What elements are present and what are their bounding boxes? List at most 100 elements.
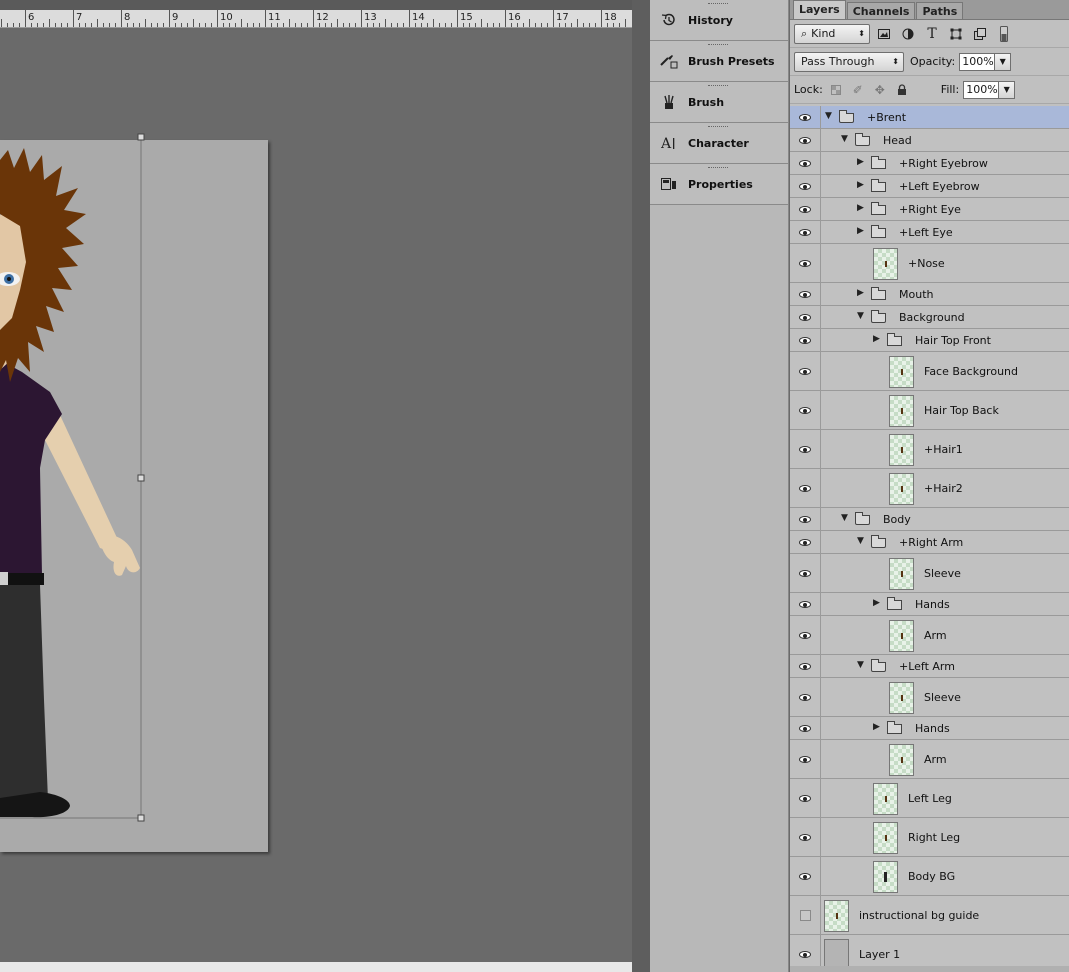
drag-grip[interactable] <box>708 85 728 88</box>
visibility-toggle[interactable] <box>790 655 821 677</box>
visibility-toggle[interactable] <box>790 391 821 429</box>
layer-row-right-leg[interactable]: Right Leg <box>790 818 1069 857</box>
visibility-toggle[interactable] <box>790 818 821 856</box>
visibility-toggle[interactable] <box>790 152 821 174</box>
visibility-toggle[interactable] <box>790 469 821 507</box>
visibility-toggle[interactable] <box>790 244 821 282</box>
visibility-toggle[interactable] <box>790 508 821 530</box>
layer-row-brent[interactable]: ▼ +Brent <box>790 106 1069 129</box>
visibility-toggle[interactable] <box>790 430 821 468</box>
filter-kind-select[interactable]: ⌕ Kind ⬍ <box>794 23 870 44</box>
disclosure-open-icon[interactable]: ▼ <box>857 660 864 670</box>
lock-position-icon[interactable]: ✥ <box>871 81 889 99</box>
disclosure-closed-icon[interactable]: ▶ <box>857 203 864 213</box>
panel-divider[interactable] <box>632 0 650 972</box>
visibility-toggle[interactable] <box>790 221 821 243</box>
disclosure-open-icon[interactable]: ▼ <box>857 536 864 546</box>
lock-transparent-pixels-icon[interactable] <box>827 81 845 99</box>
visibility-toggle[interactable] <box>790 283 821 305</box>
layer-row-face-background[interactable]: Face Background <box>790 352 1069 391</box>
layer-row-right-eyebrow[interactable]: ▶ +Right Eyebrow <box>790 152 1069 175</box>
layer-row-nose[interactable]: +Nose <box>790 244 1069 283</box>
layer-row-hair1[interactable]: +Hair1 <box>790 430 1069 469</box>
visibility-toggle[interactable] <box>790 106 821 128</box>
layer-row-hands[interactable]: ▶ Hands <box>790 717 1069 740</box>
layer-row-instructional-bg-guide[interactable]: instructional bg guide <box>790 896 1069 935</box>
document-canvas-area[interactable]: 6 7 8 9 10 11 12 13 14 15 16 17 18 <box>0 0 632 972</box>
opacity-input[interactable]: 100% <box>959 52 996 71</box>
layer-row-background[interactable]: ▼ Background <box>790 306 1069 329</box>
shape-layer-filter-icon[interactable] <box>946 25 966 43</box>
tab-layers[interactable]: Layers <box>793 0 846 19</box>
tab-paths[interactable]: Paths <box>916 2 964 19</box>
lock-all-icon[interactable] <box>893 81 911 99</box>
pixel-layer-filter-icon[interactable] <box>874 25 894 43</box>
visibility-toggle[interactable] <box>790 857 821 895</box>
layer-row-mouth[interactable]: ▶ Mouth <box>790 283 1069 306</box>
adjustment-layer-filter-icon[interactable] <box>898 25 918 43</box>
disclosure-closed-icon[interactable]: ▶ <box>857 157 864 167</box>
layer-row-sleeve[interactable]: Sleeve <box>790 554 1069 593</box>
visibility-toggle[interactable] <box>790 740 821 778</box>
drag-grip[interactable] <box>708 167 728 170</box>
disclosure-open-icon[interactable]: ▼ <box>857 311 864 321</box>
lock-image-pixels-icon[interactable]: ✐ <box>849 81 867 99</box>
visibility-toggle[interactable] <box>790 352 821 390</box>
visibility-toggle[interactable] <box>790 531 821 553</box>
disclosure-closed-icon[interactable]: ▶ <box>857 180 864 190</box>
dock-item-brush-presets[interactable]: Brush Presets <box>650 41 788 82</box>
visibility-toggle[interactable] <box>790 616 821 654</box>
disclosure-closed-icon[interactable]: ▶ <box>857 226 864 236</box>
disclosure-closed-icon[interactable]: ▶ <box>857 288 864 298</box>
dock-item-history[interactable]: History <box>650 0 788 41</box>
layer-row-right-arm[interactable]: ▼ +Right Arm <box>790 531 1069 554</box>
visibility-toggle[interactable] <box>790 198 821 220</box>
layer-row-hair2[interactable]: +Hair2 <box>790 469 1069 508</box>
layer-row-hands[interactable]: ▶ Hands <box>790 593 1069 616</box>
visibility-toggle[interactable] <box>790 896 821 934</box>
filter-toggle-icon[interactable] <box>994 25 1014 43</box>
fill-dropdown-button[interactable]: ▼ <box>999 80 1016 99</box>
blend-mode-select[interactable]: Pass Through ⬍ <box>794 51 904 72</box>
layer-row-head[interactable]: ▼ Head <box>790 129 1069 152</box>
layer-row-arm[interactable]: Arm <box>790 616 1069 655</box>
tab-channels[interactable]: Channels <box>846 2 916 19</box>
layer-row-left-eye[interactable]: ▶ +Left Eye <box>790 221 1069 244</box>
layer-row-sleeve[interactable]: Sleeve <box>790 678 1069 717</box>
layer-row-arm[interactable]: Arm <box>790 740 1069 779</box>
layer-row-right-eye[interactable]: ▶ +Right Eye <box>790 198 1069 221</box>
disclosure-closed-icon[interactable]: ▶ <box>873 598 880 608</box>
layer-row-left-eyebrow[interactable]: ▶ +Left Eyebrow <box>790 175 1069 198</box>
visibility-toggle[interactable] <box>790 329 821 351</box>
dock-item-character[interactable]: A Character <box>650 123 788 164</box>
visibility-toggle[interactable] <box>790 554 821 592</box>
disclosure-open-icon[interactable]: ▼ <box>841 134 848 144</box>
visibility-toggle[interactable] <box>790 306 821 328</box>
fill-input[interactable]: 100% <box>963 80 1000 99</box>
dock-item-brush[interactable]: Brush <box>650 82 788 123</box>
type-layer-filter-icon[interactable]: T <box>922 25 942 43</box>
drag-grip[interactable] <box>708 44 728 47</box>
disclosure-open-icon[interactable]: ▼ <box>825 111 832 121</box>
layer-row-left-leg[interactable]: Left Leg <box>790 779 1069 818</box>
visibility-toggle[interactable] <box>790 129 821 151</box>
layer-row-hair-top-back[interactable]: Hair Top Back <box>790 391 1069 430</box>
visibility-toggle[interactable] <box>790 717 821 739</box>
visibility-toggle[interactable] <box>790 779 821 817</box>
smart-object-filter-icon[interactable] <box>970 25 990 43</box>
visibility-toggle[interactable] <box>790 678 821 716</box>
disclosure-closed-icon[interactable]: ▶ <box>873 722 880 732</box>
layer-row-body-bg[interactable]: Body BG <box>790 857 1069 896</box>
visibility-toggle[interactable] <box>790 175 821 197</box>
disclosure-open-icon[interactable]: ▼ <box>841 513 848 523</box>
character-artwork[interactable] <box>0 0 632 972</box>
layer-row-hair-top-front[interactable]: ▶ Hair Top Front <box>790 329 1069 352</box>
opacity-dropdown-button[interactable]: ▼ <box>995 52 1012 71</box>
disclosure-closed-icon[interactable]: ▶ <box>873 334 880 344</box>
layer-row-left-arm[interactable]: ▼ +Left Arm <box>790 655 1069 678</box>
visibility-toggle[interactable] <box>790 593 821 615</box>
drag-grip[interactable] <box>708 126 728 129</box>
layer-row-body[interactable]: ▼ Body <box>790 508 1069 531</box>
horizontal-scrollbar[interactable] <box>0 962 632 972</box>
dock-item-properties[interactable]: Properties <box>650 164 788 205</box>
